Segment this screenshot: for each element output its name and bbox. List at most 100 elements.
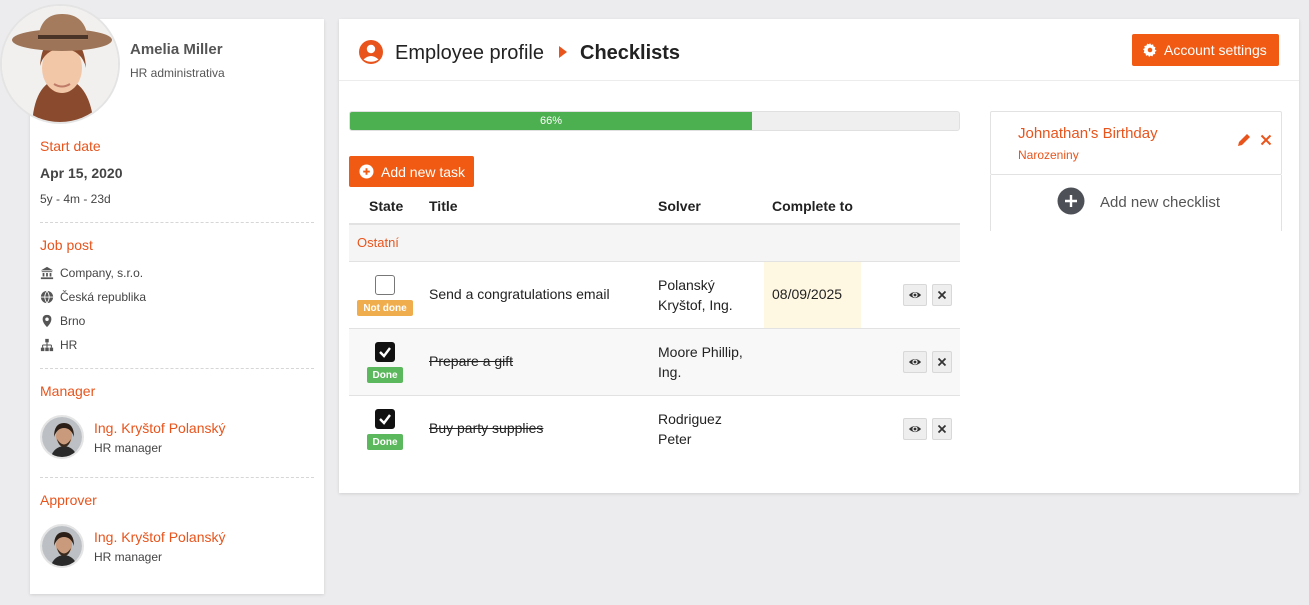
check-icon bbox=[379, 414, 391, 425]
account-settings-label: Account settings bbox=[1164, 42, 1267, 58]
map-pin-icon bbox=[42, 314, 52, 328]
page-title[interactable]: Employee profile bbox=[395, 42, 544, 65]
manager-role: HR manager bbox=[94, 440, 163, 455]
column-title: Title bbox=[429, 198, 458, 214]
company-name: Company, s.r.o. bbox=[60, 266, 144, 280]
checklist-progress-bar: 66% bbox=[349, 111, 960, 131]
eye-icon bbox=[908, 358, 922, 366]
solver-line: Polanský bbox=[658, 277, 715, 293]
manager-avatar bbox=[40, 415, 84, 459]
country-line: Česká republika bbox=[40, 290, 146, 304]
company-line: Company, s.r.o. bbox=[40, 266, 143, 280]
profile-name: Amelia Miller bbox=[130, 41, 223, 58]
approver-name[interactable]: Ing. Kryštof Polanský bbox=[94, 529, 226, 545]
manager-label: Manager bbox=[40, 383, 96, 399]
divider bbox=[40, 222, 314, 223]
eye-icon bbox=[908, 425, 922, 433]
delete-task-button[interactable] bbox=[932, 284, 952, 306]
add-checklist-label: Add new checklist bbox=[1100, 194, 1221, 211]
department-name: HR bbox=[60, 338, 78, 352]
column-complete-to: Complete to bbox=[772, 198, 853, 214]
plus-circle-icon bbox=[1057, 187, 1085, 215]
progress-fill: 66% bbox=[350, 112, 752, 130]
department-line: HR bbox=[40, 338, 77, 352]
globe-icon bbox=[40, 290, 54, 304]
add-task-label: Add new task bbox=[381, 163, 466, 180]
view-task-button[interactable] bbox=[903, 418, 927, 440]
solver-line: Moore Phillip, bbox=[658, 344, 743, 360]
status-badge: Done bbox=[367, 367, 403, 383]
table-header: State Title Solver Complete to bbox=[349, 187, 960, 225]
divider bbox=[40, 368, 314, 369]
task-title: Send a congratulations email bbox=[429, 286, 610, 302]
country-name: Česká republika bbox=[60, 290, 147, 304]
approver-person[interactable]: Ing. Kryštof Polanský HR manager bbox=[40, 524, 226, 568]
status-badge: Done bbox=[367, 434, 403, 450]
column-solver: Solver bbox=[658, 198, 701, 214]
manager-name[interactable]: Ing. Kryštof Polanský bbox=[94, 420, 226, 436]
job-post-label: Job post bbox=[40, 237, 93, 253]
task-complete-to: 08/09/2025 bbox=[764, 262, 861, 328]
page-header: Employee profile Checklists Account sett… bbox=[339, 19, 1299, 81]
task-group-label: Ostatní bbox=[357, 235, 399, 250]
tasks-table: State Title Solver Complete to Ostatní N… bbox=[349, 187, 960, 463]
approver-role: HR manager bbox=[94, 549, 163, 564]
task-solver: Moore Phillip, Ing. bbox=[658, 342, 758, 382]
table-row: Not done Send a congratulations email Po… bbox=[349, 262, 960, 329]
city-name: Brno bbox=[60, 314, 86, 328]
manager-person[interactable]: Ing. Kryštof Polanský HR manager bbox=[40, 415, 226, 459]
column-state: State bbox=[369, 198, 404, 214]
task-title: Prepare a gift bbox=[429, 353, 514, 369]
approver-avatar bbox=[40, 524, 84, 568]
add-task-button[interactable]: Add new task bbox=[349, 156, 474, 187]
solver-line: Ing. bbox=[658, 364, 682, 380]
start-date-label: Start date bbox=[40, 138, 101, 154]
pencil-icon[interactable] bbox=[1236, 132, 1252, 148]
task-solver: Polanský Kryštof, Ing. bbox=[658, 275, 758, 315]
eye-icon bbox=[908, 291, 922, 299]
profile-role: HR administrativa bbox=[130, 66, 225, 80]
check-icon bbox=[379, 347, 391, 358]
close-icon bbox=[937, 357, 947, 367]
profile-card: Amelia Miller HR administrativa Start da… bbox=[0, 4, 324, 594]
add-checklist-button[interactable]: Add new checklist bbox=[990, 175, 1282, 231]
task-checkbox[interactable] bbox=[375, 342, 395, 362]
progress-label: 66% bbox=[539, 115, 562, 127]
status-badge: Not done bbox=[357, 300, 413, 316]
checklist-subtitle: Narozeniny bbox=[1018, 148, 1079, 162]
sitemap-icon bbox=[40, 338, 54, 352]
start-date-value: Apr 15, 2020 bbox=[40, 165, 123, 181]
employment-duration: 5y - 4m - 23d bbox=[40, 192, 111, 206]
task-solver: Rodriguez Peter bbox=[658, 409, 758, 449]
task-title: Buy party supplies bbox=[429, 420, 544, 436]
task-group-row: Ostatní bbox=[349, 225, 960, 262]
checklist-card[interactable]: Johnathan's Birthday Narozeniny bbox=[990, 111, 1282, 175]
table-row: Done Prepare a gift Moore Phillip, Ing. bbox=[349, 329, 960, 396]
checklist-title[interactable]: Johnathan's Birthday bbox=[1018, 125, 1158, 142]
task-checkbox[interactable] bbox=[375, 275, 395, 295]
user-circle-icon bbox=[359, 40, 383, 64]
solver-line: Rodriguez bbox=[658, 411, 722, 427]
delete-task-button[interactable] bbox=[932, 351, 952, 373]
approver-label: Approver bbox=[40, 492, 97, 508]
view-task-button[interactable] bbox=[903, 351, 927, 373]
profile-avatar bbox=[0, 4, 120, 124]
close-icon bbox=[937, 290, 947, 300]
close-icon[interactable] bbox=[1259, 133, 1273, 147]
caret-right-icon bbox=[559, 46, 567, 58]
divider bbox=[40, 477, 314, 478]
gear-icon bbox=[1143, 43, 1157, 57]
bank-icon bbox=[40, 266, 54, 280]
city-line: Brno bbox=[40, 314, 85, 328]
page-subtitle: Checklists bbox=[580, 42, 681, 64]
solver-line: Kryštof, Ing. bbox=[658, 297, 733, 313]
account-settings-button[interactable]: Account settings bbox=[1132, 34, 1279, 66]
view-task-button[interactable] bbox=[903, 284, 927, 306]
table-row: Done Buy party supplies Rodriguez Peter bbox=[349, 396, 960, 463]
checklists-panel: Employee profile Checklists Account sett… bbox=[339, 19, 1299, 493]
close-icon bbox=[937, 424, 947, 434]
delete-task-button[interactable] bbox=[932, 418, 952, 440]
solver-line: Peter bbox=[658, 431, 692, 447]
task-checkbox[interactable] bbox=[375, 409, 395, 429]
plus-circle-icon bbox=[359, 164, 374, 179]
